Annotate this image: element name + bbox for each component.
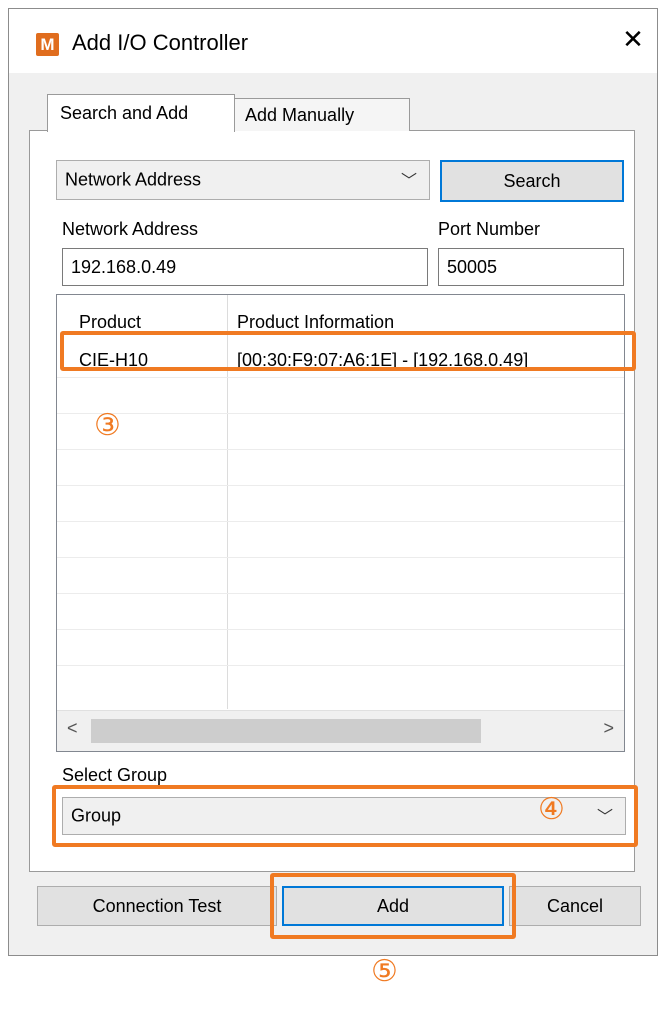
close-button[interactable]: ✕: [609, 13, 657, 65]
horizontal-scrollbar[interactable]: < >: [57, 710, 624, 751]
step-4-marker: ④: [538, 793, 565, 826]
connection-test-button[interactable]: Connection Test: [37, 886, 277, 926]
row-divider: [57, 485, 624, 486]
row-divider: [57, 629, 624, 630]
callout-add-button: [270, 873, 516, 939]
row-divider: [57, 665, 624, 666]
select-group-label: Select Group: [62, 765, 168, 785]
row-divider: [57, 413, 624, 414]
scrollbar-thumb[interactable]: [91, 719, 481, 743]
tab-label: Search and Add: [60, 103, 189, 123]
scroll-right-icon[interactable]: >: [603, 718, 614, 739]
port-number-label: Port Number: [438, 219, 541, 239]
step-5-marker: ⑤: [371, 955, 398, 988]
row-divider: [57, 377, 624, 378]
port-number-input[interactable]: 50005: [438, 248, 624, 286]
chevron-down-icon: ﹀: [400, 172, 417, 190]
scroll-left-icon[interactable]: <: [67, 718, 78, 739]
row-divider: [57, 593, 624, 594]
column-header-product[interactable]: Product: [79, 312, 141, 333]
column-header-product-information[interactable]: Product Information: [237, 312, 394, 333]
network-address-input[interactable]: 192.168.0.49: [62, 248, 428, 286]
title-bar: M Add I/O Controller ✕: [9, 9, 657, 73]
window-title: Add I/O Controller: [72, 30, 249, 55]
tab-search-and-add[interactable]: Search and Add: [47, 94, 235, 132]
row-divider: [57, 557, 624, 558]
row-divider: [57, 521, 624, 522]
tab-add-manually[interactable]: Add Manually: [232, 98, 410, 131]
step-3-marker: ③: [94, 409, 121, 442]
row-divider: [57, 449, 624, 450]
network-address-label: Network Address: [62, 219, 199, 239]
search-mode-select[interactable]: Network Address ﹀: [56, 160, 430, 200]
search-mode-value: Network Address: [65, 169, 202, 190]
search-button[interactable]: Search: [440, 160, 624, 202]
cancel-button[interactable]: Cancel: [509, 886, 641, 926]
tab-label: Add Manually: [245, 105, 355, 125]
callout-result-row: [60, 331, 636, 371]
app-logo-icon: M: [36, 33, 59, 56]
